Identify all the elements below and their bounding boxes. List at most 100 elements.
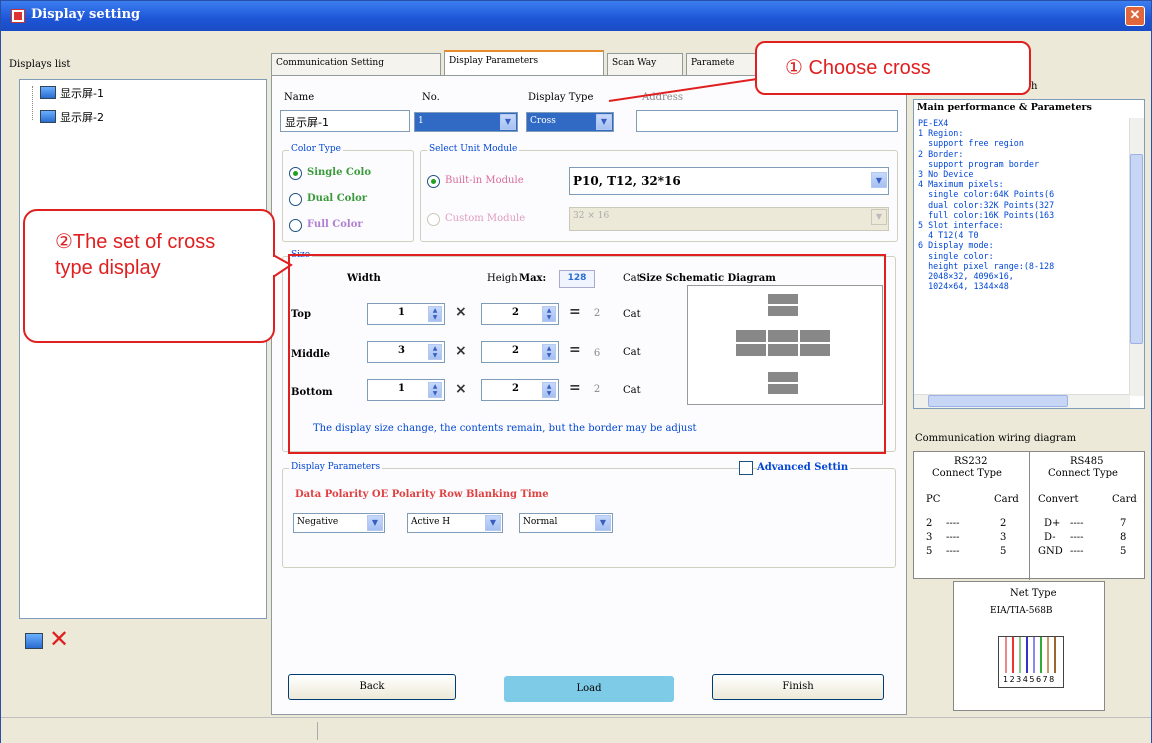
display-icon xyxy=(40,110,56,123)
display-params-title: Display Parameters xyxy=(289,462,383,472)
displays-list-header: Displays list xyxy=(9,59,71,70)
scroll-thumb[interactable] xyxy=(928,395,1068,407)
rs232-head-card: Card xyxy=(994,494,1019,505)
tab-communication-setting[interactable]: Communication Setting xyxy=(271,53,441,75)
radio-single-color[interactable] xyxy=(289,167,302,180)
tree-item-display-2[interactable]: 显示屏-2 xyxy=(60,109,104,125)
rs232-card-1: 2 xyxy=(1000,518,1007,529)
wire-pin-8 xyxy=(1054,637,1056,673)
rs485-conv-1: D+ xyxy=(1044,518,1061,529)
rs232-link: ---- xyxy=(946,518,960,529)
dual-color-label: Dual Color xyxy=(307,193,368,204)
right-header-tail: h xyxy=(1031,81,1038,92)
rs232-pc-3: 5 xyxy=(926,546,933,557)
wiring-diagram: RS232 Connect Type PC Card 2 ---- 2 3 --… xyxy=(913,451,1145,580)
scroll-thumb[interactable] xyxy=(1130,154,1143,344)
chevron-down-icon: ▼ xyxy=(500,114,516,130)
wiring-title: Communication wiring diagram xyxy=(915,433,1077,444)
net-type-title: Net Type xyxy=(1010,588,1057,599)
wire-pin-2 xyxy=(1012,637,1014,673)
rs232-title: RS232 xyxy=(954,456,988,467)
row-blanking-select[interactable]: Normal ▼ xyxy=(519,513,613,533)
rs485-head-card: Card xyxy=(1112,494,1137,505)
load-button[interactable]: Load xyxy=(504,676,674,702)
wire-pin-6 xyxy=(1040,637,1042,673)
address-input[interactable] xyxy=(636,110,898,132)
advanced-settings-checkbox[interactable] xyxy=(739,461,753,475)
single-color-label: Single Colo xyxy=(307,167,372,178)
chevron-down-icon: ▼ xyxy=(367,515,383,531)
radio-builtin-module[interactable] xyxy=(427,175,440,188)
name-label: Name xyxy=(284,92,315,103)
rs232-pc-1: 2 xyxy=(926,518,933,529)
tree-line xyxy=(32,86,33,120)
data-polarity-select[interactable]: Negative ▼ xyxy=(293,513,385,533)
rj45-connector-icon: 12345678 xyxy=(998,636,1064,688)
data-polarity-value: Negative xyxy=(297,517,339,527)
window-title: Display setting xyxy=(31,7,141,22)
rs485-conv-3: GND xyxy=(1038,546,1063,557)
unit-module-group: Select Unit Module Built-in Module P10, … xyxy=(420,144,898,242)
rs232-column: RS232 Connect Type PC Card 2 ---- 2 3 --… xyxy=(914,452,1030,580)
callout-cross-type-set: ②The set of cross type display xyxy=(23,209,275,343)
no-select[interactable]: 1 ▼ xyxy=(414,112,518,132)
rs232-card-3: 5 xyxy=(1000,546,1007,557)
display-type-label: Display Type xyxy=(528,92,594,103)
rs485-card-1: 7 xyxy=(1120,518,1127,529)
rs485-link: ---- xyxy=(1070,518,1084,529)
rs232-link: ---- xyxy=(946,532,960,543)
no-label: No. xyxy=(422,92,440,103)
display-type-value: Cross xyxy=(530,116,556,126)
radio-full-color[interactable] xyxy=(289,219,302,232)
displays-tree[interactable]: 显示屏-1 显示屏-2 xyxy=(19,79,267,619)
delete-x-icon[interactable]: ✕ xyxy=(49,627,69,651)
tab-display-parameters[interactable]: Display Parameters xyxy=(444,50,604,76)
name-input[interactable]: 显示屏-1 xyxy=(280,110,410,132)
polarity-headers: Data Polarity OE Polarity Row Blanking T… xyxy=(295,489,549,500)
performance-title: Main performance & Parameters xyxy=(917,102,1092,113)
radio-custom-module[interactable] xyxy=(427,213,440,226)
wire-pin-3 xyxy=(1019,637,1021,673)
performance-pane[interactable]: Main performance & Parameters PE-EX4 1 R… xyxy=(913,99,1145,409)
status-divider xyxy=(317,722,318,740)
finish-button[interactable]: Finish xyxy=(712,674,884,700)
chevron-down-icon: ▼ xyxy=(485,515,501,531)
rs485-link: ---- xyxy=(1070,546,1084,557)
tree-item-display-1[interactable]: 显示屏-1 xyxy=(60,85,104,101)
radio-dual-color[interactable] xyxy=(289,193,302,206)
display-add-icon[interactable] xyxy=(25,633,43,649)
custom-module-value: 32 × 16 xyxy=(573,211,610,221)
performance-text: PE-EX4 1 Region: support free region 2 B… xyxy=(918,118,1055,292)
rs485-head-convert: Convert xyxy=(1038,494,1079,505)
builtin-module-select[interactable]: P10, T12, 32*16 ▼ xyxy=(569,167,889,195)
vertical-scrollbar[interactable] xyxy=(1129,118,1144,396)
rs232-pc-2: 3 xyxy=(926,532,933,543)
net-type-diagram: Net Type EIA/TIA-568B 12345678 xyxy=(953,581,1105,711)
rs232-head-pc: PC xyxy=(926,494,941,505)
chevron-down-icon: ▼ xyxy=(871,209,887,225)
wire-pin-4 xyxy=(1026,637,1028,673)
back-button[interactable]: Back xyxy=(288,674,456,700)
builtin-module-label: Built-in Module xyxy=(445,175,524,186)
display-type-select[interactable]: Cross ▼ xyxy=(526,112,614,132)
rs485-link: ---- xyxy=(1070,532,1084,543)
rs485-title: RS485 xyxy=(1070,456,1104,467)
rs485-conv-2: D- xyxy=(1044,532,1056,543)
full-color-label: Full Color xyxy=(307,219,363,230)
display-icon xyxy=(40,86,56,99)
oe-polarity-select[interactable]: Active H ▼ xyxy=(407,513,503,533)
title-bar[interactable]: Display setting ✕ xyxy=(1,1,1151,31)
chevron-down-icon: ▼ xyxy=(596,114,612,130)
rs232-link: ---- xyxy=(946,546,960,557)
custom-module-select[interactable]: 32 × 16 ▼ xyxy=(569,207,889,231)
row-blanking-value: Normal xyxy=(523,517,558,527)
builtin-module-value: P10, T12, 32*16 xyxy=(573,174,681,188)
rs485-card-3: 5 xyxy=(1120,546,1127,557)
wire-pin-5 xyxy=(1033,637,1035,673)
wire-pin-1 xyxy=(1005,637,1007,673)
unit-module-title: Select Unit Module xyxy=(427,144,520,154)
close-button[interactable]: ✕ xyxy=(1125,6,1145,26)
horizontal-scrollbar[interactable] xyxy=(914,394,1130,408)
custom-module-label: Custom Module xyxy=(445,213,526,224)
wire-pin-7 xyxy=(1047,637,1049,673)
